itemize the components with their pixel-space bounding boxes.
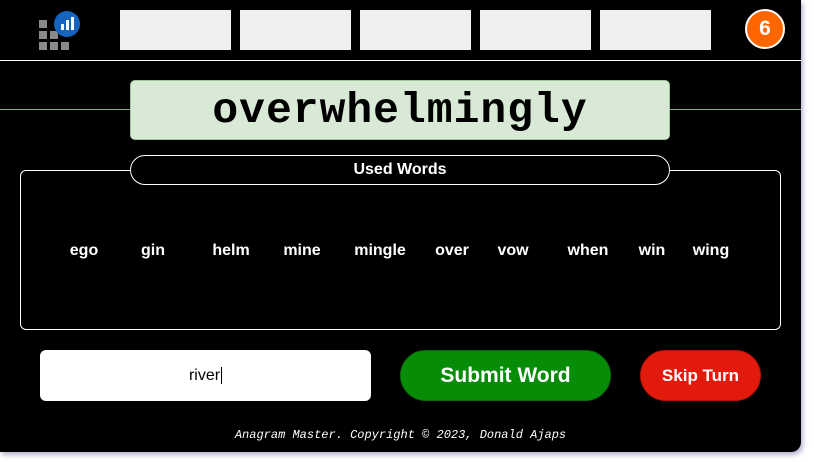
used-word: when [567, 242, 609, 259]
used-word: gin [141, 242, 165, 259]
used-word: mingle [354, 242, 406, 259]
used-word: win [638, 242, 666, 259]
skip-turn-button[interactable]: Skip Turn [640, 350, 761, 401]
used-word: vow [497, 242, 529, 259]
word-input-value: river [188, 366, 221, 384]
letter-slot [240, 10, 351, 50]
game-window: 6 overwhelmingly Used Words ego gin helm… [0, 0, 801, 452]
letter-slot [600, 10, 711, 50]
score-badge: 6 [745, 9, 785, 49]
footer-copyright: Anagram Master. Copyright © 2023, Donald… [234, 428, 567, 442]
used-words-title: Used Words [130, 155, 670, 185]
used-word: helm [212, 242, 250, 259]
used-word: wing [692, 242, 730, 259]
submit-word-button[interactable]: Submit Word [400, 350, 611, 401]
text-caret [221, 367, 223, 384]
used-word: over [435, 242, 469, 259]
word-input[interactable]: river [40, 350, 371, 401]
header-divider [0, 60, 801, 61]
letter-slot [120, 10, 231, 50]
bar-chart-grid-icon[interactable] [36, 8, 82, 52]
letter-slot [480, 10, 591, 50]
used-word: ego [69, 242, 99, 259]
current-word: overwhelmingly [130, 80, 670, 140]
used-word: mine [283, 242, 321, 259]
letter-slot [360, 10, 471, 50]
